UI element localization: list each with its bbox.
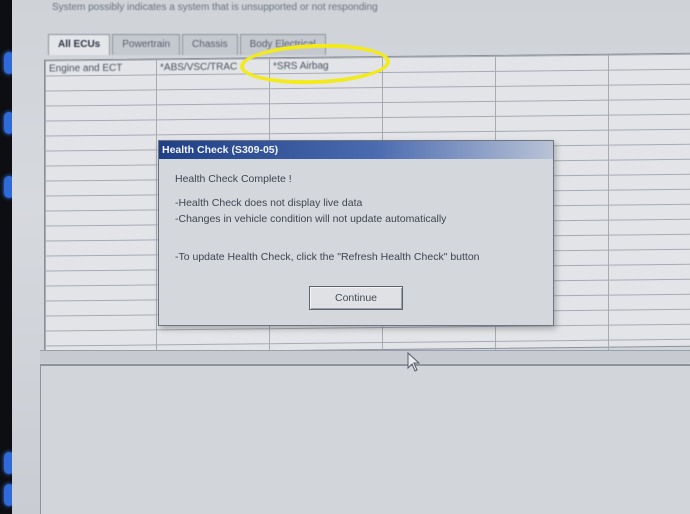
table-cell[interactable] [269,117,383,134]
status-banner: System possibly indicates a system that … [52,2,378,13]
table-cell[interactable] [45,149,157,167]
panel-splitter[interactable] [40,350,690,363]
table-cell[interactable] [269,102,383,119]
table-cell[interactable] [45,269,157,287]
details-panel [40,364,690,514]
table-cell[interactable] [45,314,157,332]
table-cell[interactable] [45,119,157,137]
table-cell[interactable] [156,88,270,105]
table-cell[interactable] [608,68,690,86]
monitor-bezel [0,0,12,514]
table-cell[interactable] [608,83,690,101]
table-cell[interactable] [45,194,157,212]
table-cell[interactable] [608,308,690,326]
table-cell[interactable] [382,86,496,103]
table-cell[interactable] [45,164,157,182]
table-cell[interactable] [608,263,690,281]
table-cell[interactable] [45,329,157,347]
dialog-note-refresh: -To update Health Check, click the "Refr… [175,251,480,263]
table-cell[interactable] [156,118,270,135]
table-cell[interactable] [269,87,383,104]
table-cell[interactable] [45,254,157,272]
table-cell[interactable] [45,299,157,317]
table-cell[interactable] [495,70,609,87]
column-empty [608,53,690,71]
table-cell[interactable] [608,173,690,191]
table-cell[interactable] [608,113,690,131]
tab-all-ecus[interactable]: All ECUs [48,34,111,55]
table-cell[interactable] [45,134,157,152]
table-cell[interactable] [45,179,157,197]
column-engine-ect[interactable]: Engine and ECT [45,59,157,77]
table-cell[interactable] [45,89,157,107]
continue-button[interactable]: Continue [309,286,403,310]
table-cell[interactable] [608,143,690,161]
dialog-note-live-data: -Health Check does not display live data [175,197,363,209]
table-cell[interactable] [45,284,157,302]
table-cell[interactable] [45,224,157,242]
table-cell[interactable] [382,101,496,118]
table-cell[interactable] [45,104,157,122]
table-cell[interactable] [608,218,690,236]
table-cell[interactable] [45,209,157,227]
table-cell[interactable] [495,115,609,132]
dialog-heading: Health Check Complete ! [175,173,292,185]
dialog-note-auto-update: -Changes in vehicle condition will not u… [175,213,447,225]
mouse-cursor-icon [407,352,421,372]
table-cell[interactable] [269,327,383,344]
dialog-title: Health Check (S309-05) [159,141,553,159]
tab-powertrain[interactable]: Powertrain [112,34,181,55]
column-empty [382,56,496,73]
table-cell[interactable] [608,158,690,176]
column-empty [495,55,609,72]
table-cell[interactable] [382,326,496,343]
table-cell[interactable] [45,239,157,257]
table-cell[interactable] [382,71,496,88]
table-cell[interactable] [608,128,690,146]
table-cell[interactable] [156,103,270,120]
table-cell[interactable] [608,188,690,206]
table-cell[interactable] [608,98,690,116]
table-cell[interactable] [608,248,690,266]
table-cell[interactable] [45,74,157,92]
table-cell[interactable] [495,85,609,102]
table-cell[interactable] [382,116,496,133]
table-cell[interactable] [608,323,690,341]
table-cell[interactable] [495,100,609,117]
table-cell[interactable] [608,278,690,296]
table-cell[interactable] [156,328,270,345]
table-cell[interactable] [608,293,690,311]
table-cell[interactable] [608,203,690,221]
health-check-dialog: Health Check (S309-05) Health Check Comp… [158,140,554,326]
table-cell[interactable] [495,325,609,342]
tab-chassis[interactable]: Chassis [182,34,238,55]
table-cell[interactable] [608,233,690,251]
